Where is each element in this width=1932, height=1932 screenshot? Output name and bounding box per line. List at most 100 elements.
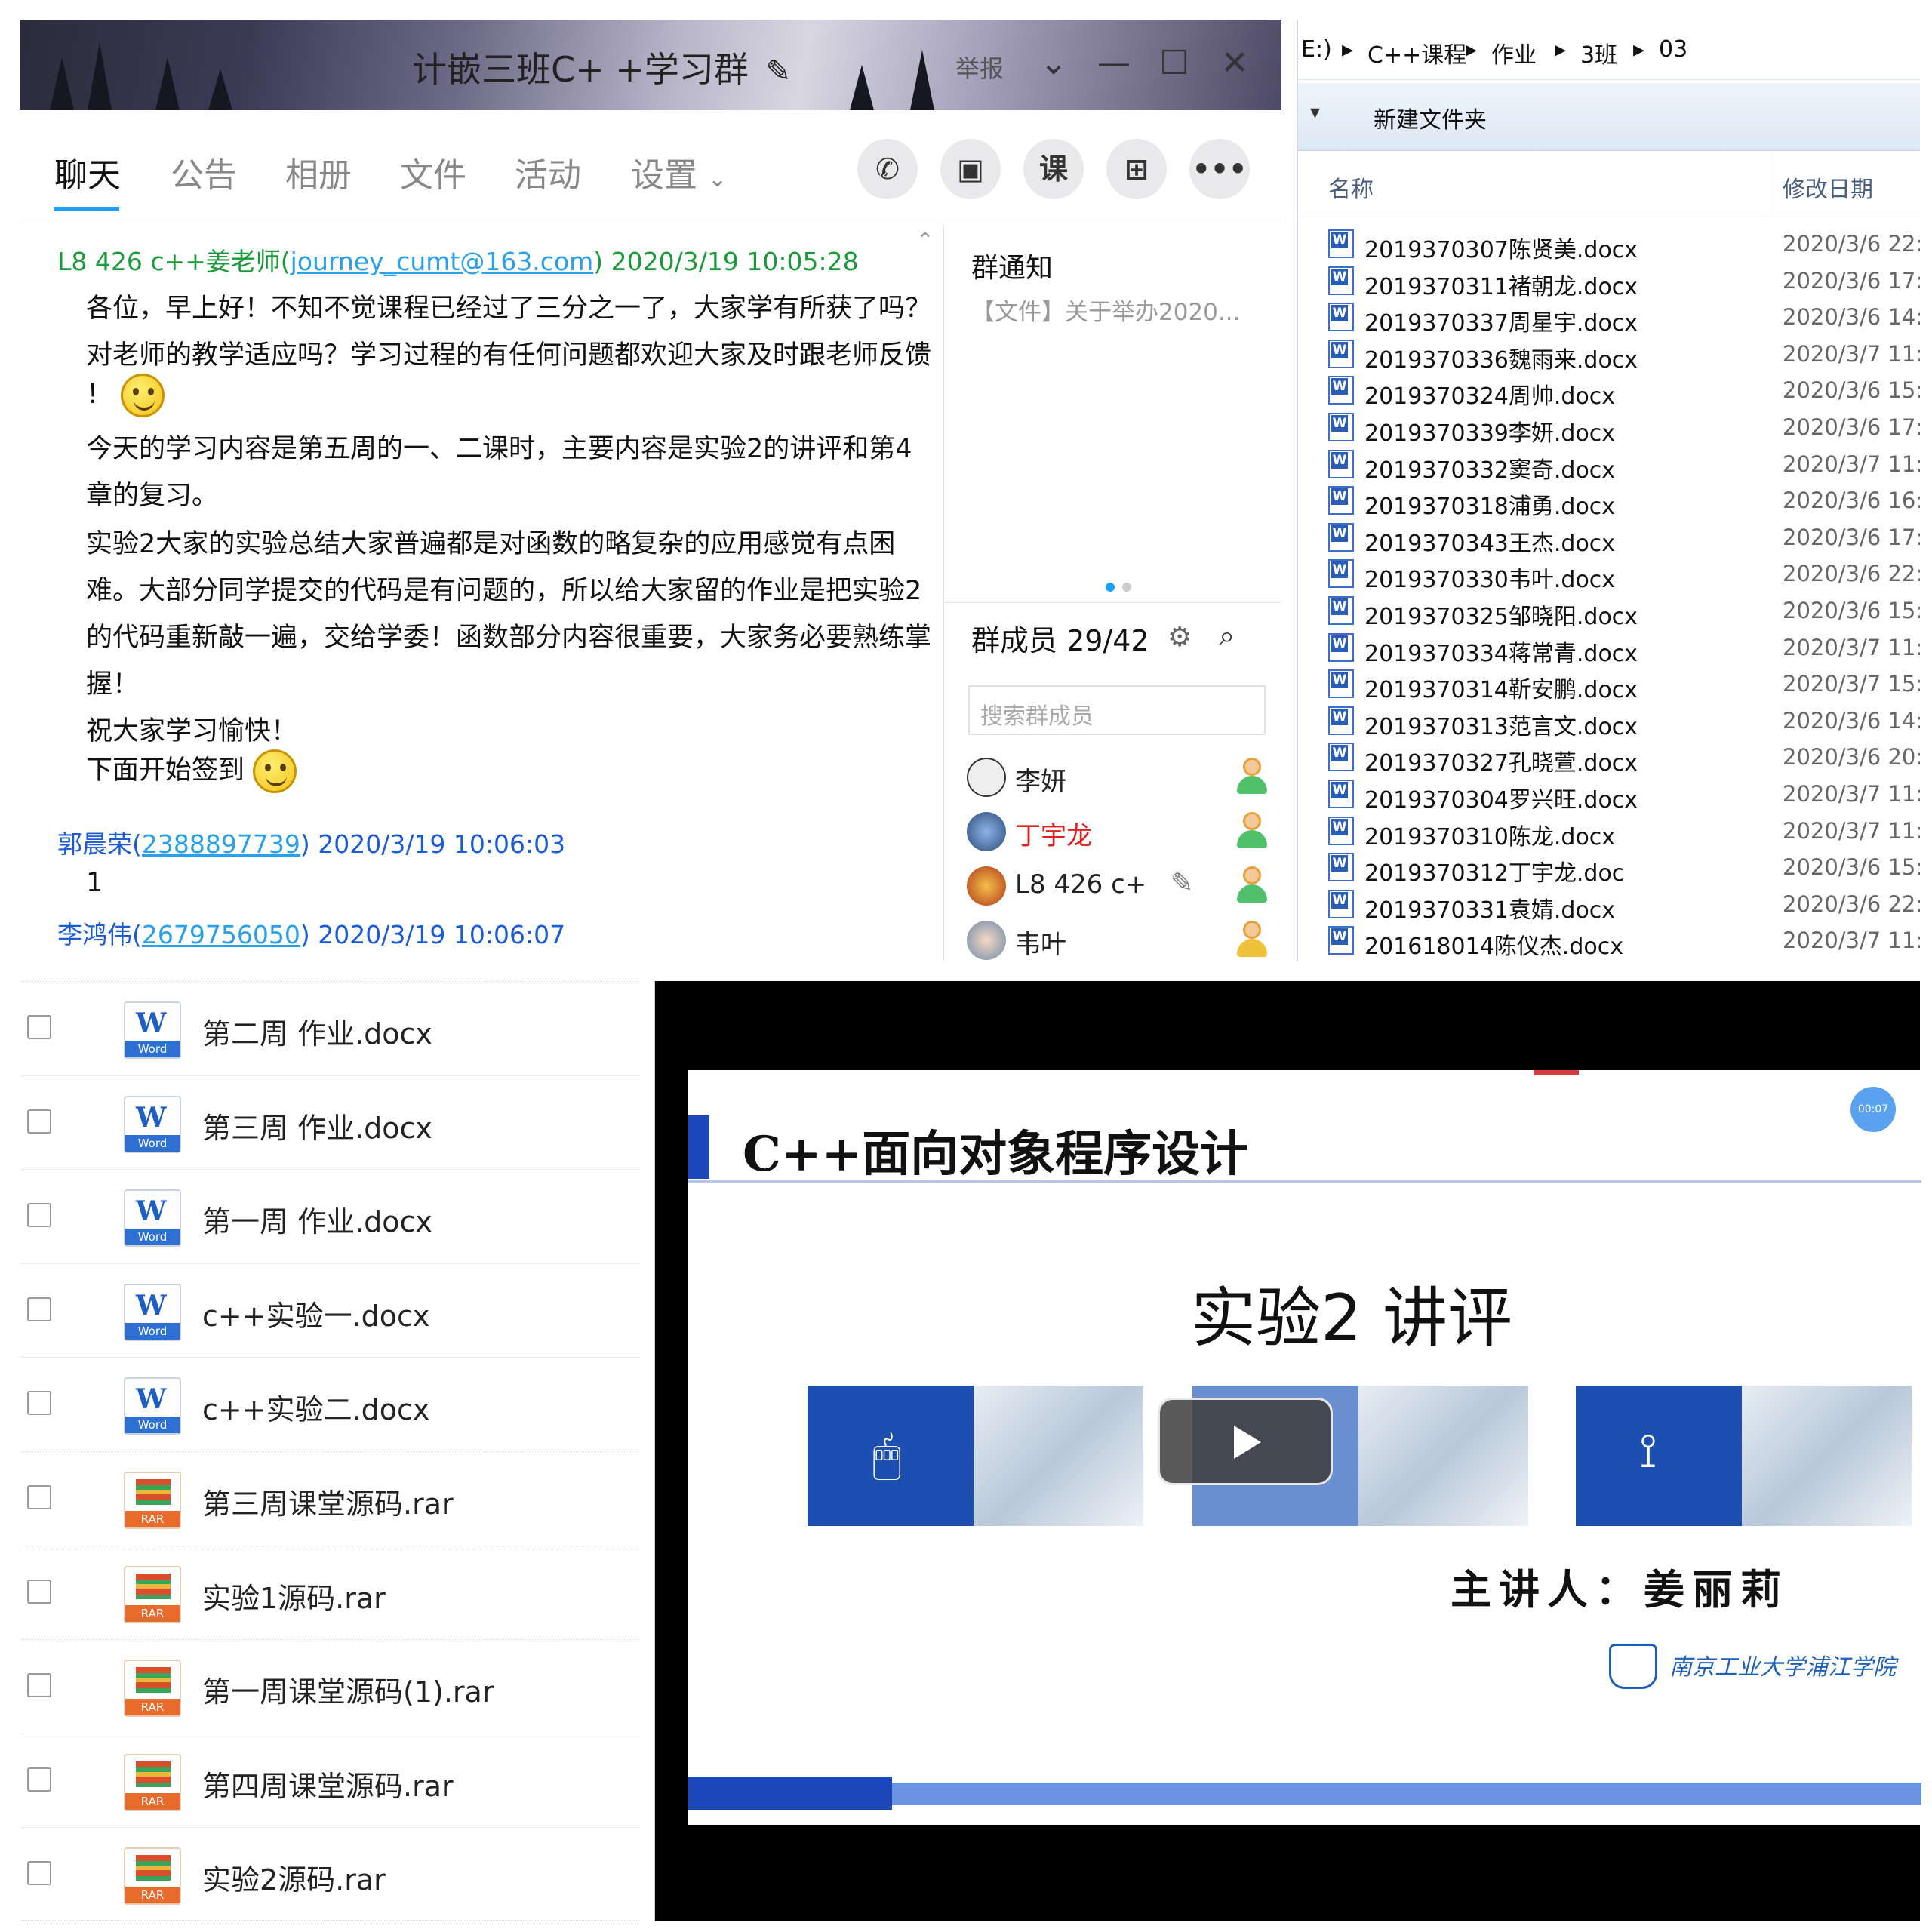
- select-checkbox[interactable]: [27, 1673, 51, 1698]
- column-name-header[interactable]: 名称: [1328, 171, 1374, 204]
- tab-files[interactable]: 文件: [400, 148, 466, 196]
- file-modified-date: 2020/3/6 22:: [1783, 891, 1920, 917]
- member-row[interactable]: 丁宇龙: [967, 808, 1269, 860]
- play-button[interactable]: [1158, 1398, 1333, 1485]
- minimize-icon[interactable]: —: [1091, 41, 1137, 86]
- file-row[interactable]: 2019370327孔晓萱.docx 2020/3/6 20:: [1298, 740, 1920, 777]
- list-item[interactable]: W Word 第一周 作业.docx: [21, 1169, 640, 1263]
- course-icon[interactable]: 课: [1023, 139, 1084, 199]
- sender-name[interactable]: 李鸿伟: [57, 920, 132, 949]
- chevron-down-icon[interactable]: ▾: [1310, 101, 1320, 124]
- file-modified-date: 2020/3/6 22:: [1783, 231, 1920, 257]
- file-row[interactable]: 2019370324周帅.docx 2020/3/6 15:: [1298, 373, 1920, 410]
- sender-name[interactable]: 郭晨荣: [57, 829, 132, 859]
- file-row[interactable]: 2019370314靳安鹏.docx 2020/3/7 15:: [1298, 666, 1920, 703]
- file-row[interactable]: 2019370311褚朝龙.docx 2020/3/6 17:: [1298, 263, 1920, 300]
- list-item[interactable]: W Word 第二周 作业.docx: [21, 981, 640, 1075]
- file-row[interactable]: 2019370339李妍.docx 2020/3/6 17:: [1298, 410, 1920, 447]
- list-item[interactable]: W Word c++实验一.docx: [21, 1263, 640, 1357]
- breadcrumb-item[interactable]: 03: [1659, 36, 1687, 63]
- word-doc-icon: [1328, 889, 1354, 918]
- report-link[interactable]: 举报: [955, 50, 1004, 85]
- message-line: 对老师的教学适应吗？学习过程的有任何问题都欢迎大家及时跟老师反馈: [86, 340, 932, 371]
- file-row[interactable]: 2019370332窦奇.docx 2020/3/7 11:: [1298, 447, 1920, 484]
- select-checkbox[interactable]: [27, 1861, 51, 1886]
- select-checkbox[interactable]: [27, 1203, 51, 1228]
- breadcrumb-item[interactable]: E:): [1301, 36, 1332, 63]
- file-row[interactable]: 2019370313范言文.docx 2020/3/6 14:: [1298, 703, 1920, 740]
- list-item[interactable]: RAR 第一周课堂源码(1).rar: [21, 1639, 640, 1733]
- file-row[interactable]: 2019370312丁宇龙.doc 2020/3/6 15:: [1298, 850, 1920, 887]
- list-item[interactable]: W Word c++实验二.docx: [21, 1357, 640, 1451]
- file-name: c++实验一.docx: [202, 1299, 430, 1333]
- edit-icon[interactable]: ✎: [1171, 868, 1193, 899]
- video-icon[interactable]: ▣: [940, 139, 1001, 199]
- chevron-down-icon[interactable]: ⌄: [1031, 41, 1076, 86]
- file-row[interactable]: 2019370334蒋常青.docx 2020/3/7 11:: [1298, 630, 1920, 667]
- list-item[interactable]: RAR 第三周课堂源码.rar: [21, 1451, 640, 1545]
- select-checkbox[interactable]: [27, 1015, 51, 1039]
- list-item[interactable]: RAR 实验2源码.rar: [21, 1827, 640, 1921]
- member-settings-icon[interactable]: ⚙: [1168, 622, 1192, 653]
- sender-contact[interactable]: 2679756050: [142, 920, 300, 949]
- member-row[interactable]: 李妍: [967, 753, 1269, 806]
- select-checkbox[interactable]: [27, 1579, 51, 1604]
- tab-settings[interactable]: 设置 ⌄: [631, 148, 727, 196]
- file-row[interactable]: 201618014陈仪杰.docx 2020/3/7 11:: [1298, 923, 1920, 960]
- file-row[interactable]: 2019370330韦叶.docx 2020/3/6 22:: [1298, 556, 1920, 593]
- collapse-icon[interactable]: ⌃: [916, 228, 934, 253]
- word-doc-icon: [1328, 229, 1354, 258]
- member-row[interactable]: 韦叶: [967, 916, 1269, 961]
- tab-announcement[interactable]: 公告: [171, 148, 237, 196]
- notice-item[interactable]: 【文件】关于举办2020...: [971, 293, 1240, 327]
- file-row[interactable]: 2019370325邹晓阳.docx 2020/3/6 15:: [1298, 593, 1920, 630]
- search-icon[interactable]: ⌕: [1219, 619, 1235, 653]
- breadcrumb-item[interactable]: 3班: [1580, 36, 1617, 69]
- file-row[interactable]: 2019370343王杰.docx 2020/3/6 17:: [1298, 520, 1920, 557]
- add-app-icon[interactable]: ⊞: [1106, 139, 1167, 199]
- sender-contact[interactable]: 2388897739: [142, 829, 300, 859]
- word-doc-icon: [1328, 926, 1354, 955]
- tab-album[interactable]: 相册: [285, 148, 352, 196]
- file-row[interactable]: 2019370318浦勇.docx 2020/3/6 16:: [1298, 483, 1920, 520]
- more-icon[interactable]: •••: [1189, 139, 1250, 199]
- member-search-input[interactable]: 搜索群成员: [968, 685, 1266, 735]
- maximize-icon[interactable]: ☐: [1152, 41, 1197, 86]
- file-row[interactable]: 2019370307陈贤美.docx 2020/3/6 22:: [1298, 226, 1920, 263]
- chat-message-area[interactable]: ⌃ L8 426 c++姜老师(journey_cumt@163.com) 20…: [20, 225, 942, 961]
- file-row[interactable]: 2019370336魏雨来.docx 2020/3/7 11:: [1298, 337, 1920, 374]
- edit-title-icon[interactable]: ✎: [765, 54, 791, 89]
- tab-chat[interactable]: 聊天: [54, 148, 121, 196]
- list-item[interactable]: W Word 第三周 作业.docx: [21, 1075, 640, 1169]
- phone-icon[interactable]: ✆: [857, 139, 918, 199]
- sender-contact[interactable]: journey_cumt@163.com: [291, 247, 594, 276]
- new-folder-button[interactable]: 新建文件夹: [1374, 101, 1487, 134]
- list-item[interactable]: RAR 实验1源码.rar: [21, 1545, 640, 1639]
- list-item[interactable]: RAR 第四周课堂源码.rar: [21, 1733, 640, 1827]
- carousel-dots[interactable]: [1106, 583, 1136, 593]
- file-row[interactable]: 2019370337周星宇.docx 2020/3/6 14:: [1298, 300, 1920, 337]
- qq-title-bar[interactable]: 计嵌三班C+ +学习群 ✎ 举报 ⌄ — ☐ ✕: [20, 20, 1281, 110]
- select-checkbox[interactable]: [27, 1297, 51, 1321]
- file-row[interactable]: 2019370331袁婧.docx 2020/3/6 22:: [1298, 887, 1920, 924]
- breadcrumb-item[interactable]: 作业: [1491, 36, 1537, 69]
- breadcrumb-item[interactable]: C++课程: [1367, 36, 1466, 69]
- column-date-header[interactable]: 修改日期: [1783, 171, 1873, 204]
- file-row[interactable]: 2019370304罗兴旺.docx 2020/3/7 11:: [1298, 777, 1920, 814]
- member-row[interactable]: L8 426 c+ ✎: [967, 862, 1269, 915]
- select-checkbox[interactable]: [27, 1767, 51, 1792]
- close-icon[interactable]: ✕: [1212, 41, 1257, 86]
- select-checkbox[interactable]: [27, 1391, 51, 1416]
- select-checkbox[interactable]: [27, 1485, 51, 1509]
- word-doc-icon: [1328, 780, 1354, 808]
- rar-archive-icon: RAR: [124, 1565, 181, 1623]
- file-row[interactable]: 2019370310陈龙.docx 2020/3/7 11:: [1298, 814, 1920, 851]
- select-checkbox[interactable]: [27, 1109, 51, 1134]
- file-modified-date: 2020/3/6 14:: [1783, 304, 1920, 331]
- sender-name[interactable]: L8 426 c++姜老师: [57, 247, 281, 276]
- member-name: 丁宇龙: [1015, 821, 1092, 851]
- breadcrumb[interactable]: E:) ▸ C++课程 ▸ 作业 ▸ 3班 ▸ 03: [1298, 20, 1920, 80]
- tab-activity[interactable]: 活动: [515, 148, 581, 196]
- video-player[interactable]: C++面向对象程序设计 实验2 讲评 🖱 ⟟ 主讲人：姜丽莉 南京工业大学浦江学…: [654, 981, 1921, 1921]
- file-row[interactable]: 2019370341俞婷.docx2020/3/7 10:: [1298, 960, 1920, 961]
